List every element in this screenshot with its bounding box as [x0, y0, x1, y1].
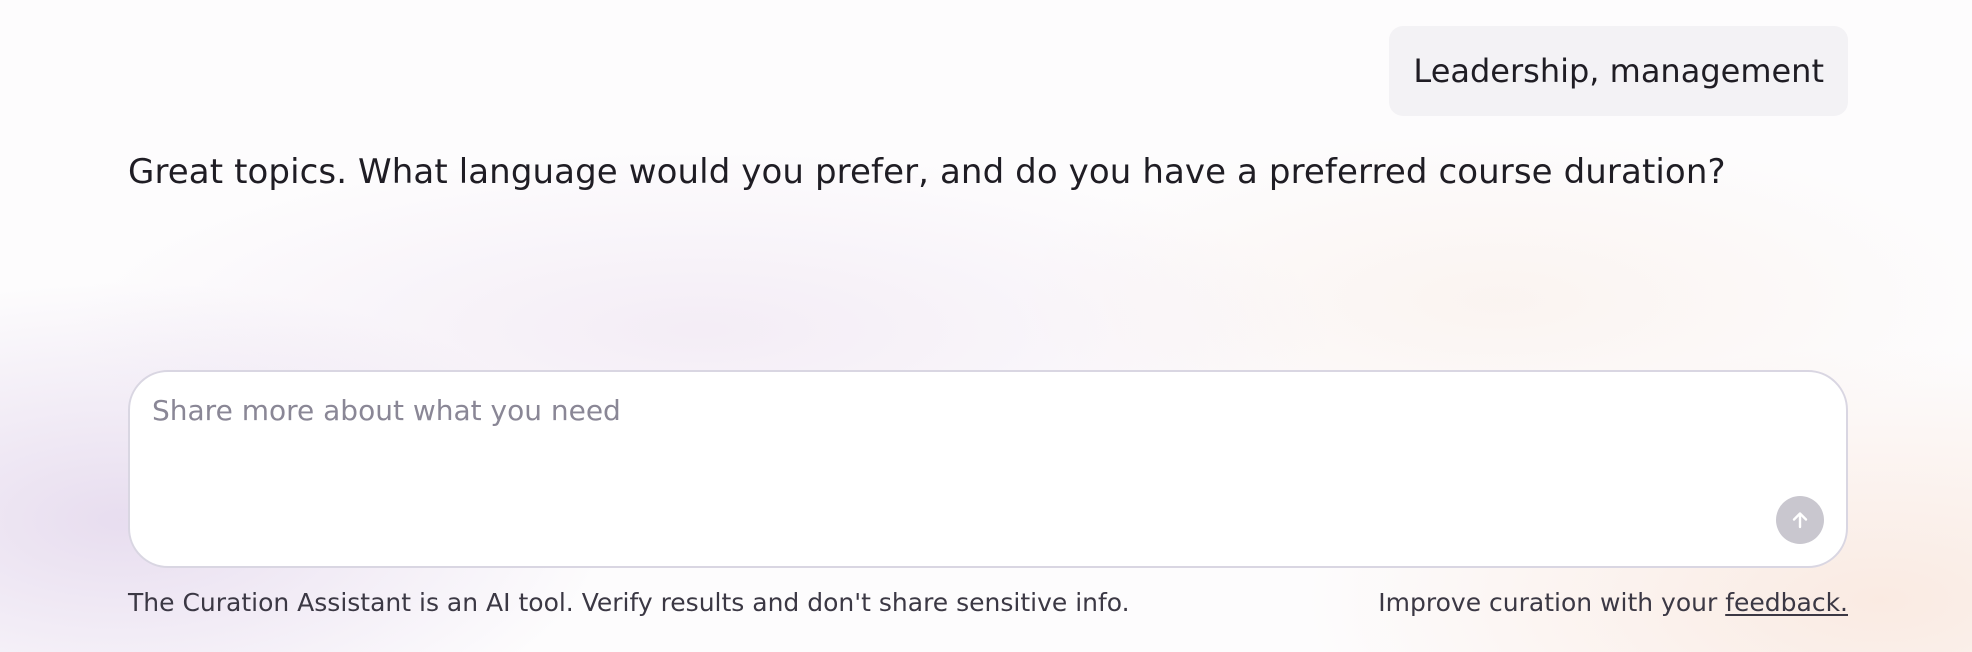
send-button[interactable]: [1776, 496, 1824, 544]
user-message-bubble: Leadership, management: [1389, 26, 1848, 116]
feedback-link[interactable]: feedback.: [1725, 588, 1848, 617]
message-input[interactable]: [152, 394, 1772, 524]
arrow-up-icon: [1788, 508, 1812, 532]
assistant-message-text: Great topics. What language would you pr…: [128, 152, 1726, 192]
feedback-prompt: Improve curation with your feedback.: [1378, 588, 1848, 617]
user-message-text: Leadership, management: [1413, 52, 1824, 90]
feedback-prefix-text: Improve curation with your: [1378, 588, 1726, 617]
ai-disclaimer: The Curation Assistant is an AI tool. Ve…: [128, 588, 1130, 617]
message-composer: [128, 370, 1848, 568]
